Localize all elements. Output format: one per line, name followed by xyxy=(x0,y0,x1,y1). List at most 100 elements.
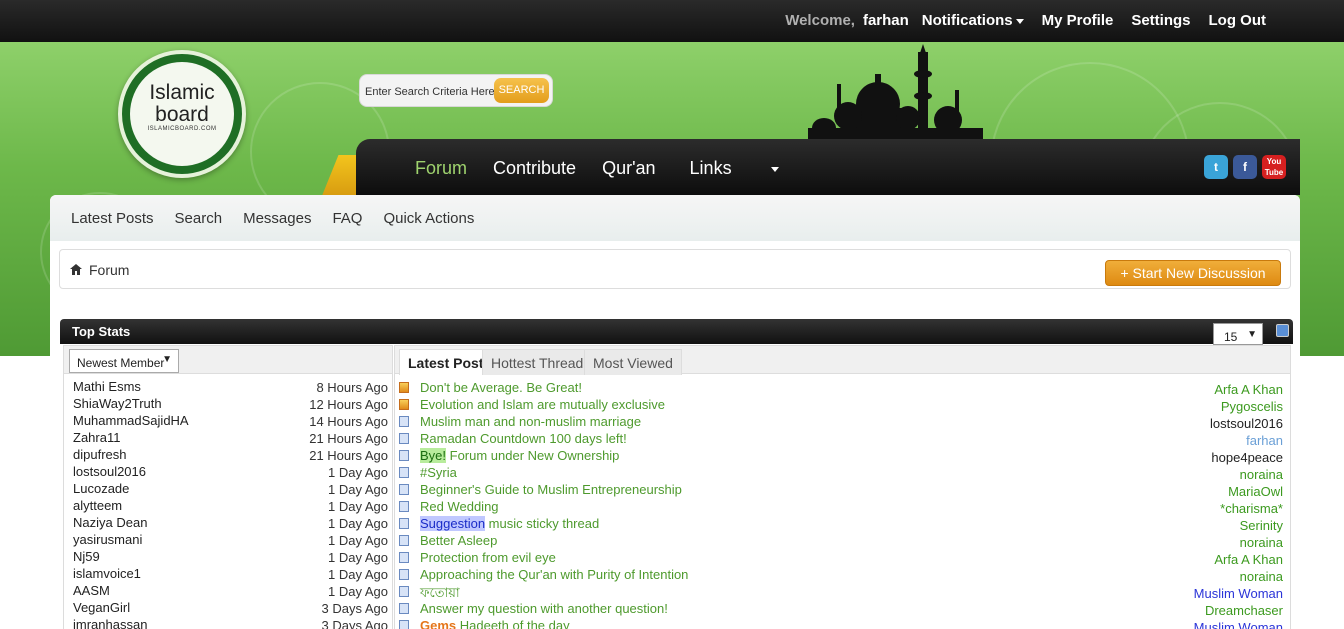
start-new-discussion-button[interactable]: + Start New Discussion xyxy=(1105,260,1281,286)
member-joined-ago: 3 Days Ago xyxy=(321,618,389,629)
home-icon[interactable] xyxy=(70,264,82,275)
thread-title[interactable]: Answer my question with another question… xyxy=(420,601,668,616)
nav-quran[interactable]: Qur'an xyxy=(602,158,655,179)
thread-title[interactable]: Bye! Forum under New Ownership xyxy=(420,448,619,463)
member-name[interactable]: dipufresh xyxy=(73,447,126,462)
search-input[interactable]: Enter Search Criteria Here xyxy=(365,86,495,98)
youtube-icon[interactable]: You Tube xyxy=(1262,155,1286,179)
nav-contribute[interactable]: Contribute xyxy=(493,158,576,179)
facebook-icon[interactable]: f xyxy=(1233,155,1257,179)
nav-links-label: Links xyxy=(689,158,732,178)
nav-links[interactable]: Links xyxy=(690,158,805,179)
member-name[interactable]: ShiaWay2Truth xyxy=(73,396,162,411)
thread-status-icon xyxy=(399,467,409,478)
search-button[interactable]: SEARCH xyxy=(494,78,549,103)
settings-link[interactable]: Settings xyxy=(1131,12,1190,29)
breadcrumb-forum[interactable]: Forum xyxy=(89,262,129,278)
collapse-icon[interactable] xyxy=(1276,324,1289,337)
thread-author[interactable]: noraina xyxy=(1240,467,1283,482)
newest-members-panel: Newest Member ▼ Mathi Esms 8 Hours Ago Shia… xyxy=(63,345,393,629)
thread-title[interactable]: Evolution and Islam are mutually exclusi… xyxy=(420,397,665,412)
member-name[interactable]: Nj59 xyxy=(73,549,100,564)
thread-status-icon xyxy=(399,552,409,563)
thread-author[interactable]: Dreamchaser xyxy=(1205,603,1283,618)
thread-title[interactable]: Gems Hadeeth of the day xyxy=(420,618,570,629)
subnav-latest-posts[interactable]: Latest Posts xyxy=(71,210,154,227)
twitter-icon[interactable]: t xyxy=(1204,155,1228,179)
member-row: yasirusmani 1 Day Ago xyxy=(73,532,388,549)
tab-most-viewed[interactable]: Most Viewed xyxy=(584,349,682,375)
my-profile-link[interactable]: My Profile xyxy=(1042,12,1114,29)
chevron-down-icon xyxy=(770,166,779,172)
member-name[interactable]: Mathi Esms xyxy=(73,379,141,394)
search-box[interactable]: Enter Search Criteria Here SEARCH xyxy=(359,74,553,107)
thread-title[interactable]: Better Asleep xyxy=(420,533,497,548)
subnav-search[interactable]: Search xyxy=(175,210,223,227)
thread-author[interactable]: noraina xyxy=(1240,569,1283,584)
thread-author[interactable]: Arfa A Khan xyxy=(1214,382,1283,397)
tab-hottest-thread[interactable]: Hottest Thread xyxy=(482,349,593,375)
thread-title[interactable]: Suggestion music sticky thread xyxy=(420,516,599,531)
site-logo[interactable]: Islamic board ISLAMICBOARD.COM xyxy=(118,50,246,178)
thread-title-text: Better Asleep xyxy=(420,533,498,548)
username-link[interactable]: farhan xyxy=(863,12,909,29)
member-name[interactable]: VeganGirl xyxy=(73,600,130,615)
thread-title[interactable]: Beginner's Guide to Muslim Entrepreneurs… xyxy=(420,482,682,497)
thread-author[interactable]: Pygoscelis xyxy=(1221,399,1283,414)
log-out-link[interactable]: Log Out xyxy=(1209,12,1266,29)
subnav-messages[interactable]: Messages xyxy=(243,210,311,227)
thread-title[interactable]: Ramadan Countdown 100 days left! xyxy=(420,431,627,446)
thread-title[interactable]: Approaching the Qur'an with Purity of In… xyxy=(420,567,688,582)
member-name[interactable]: MuhammadSajidHA xyxy=(73,413,189,428)
member-name[interactable]: Lucozade xyxy=(73,481,129,496)
subnav-quick-actions[interactable]: Quick Actions xyxy=(383,210,474,227)
thread-status-icon xyxy=(399,569,409,580)
thread-title[interactable]: Don't be Average. Be Great! xyxy=(420,380,582,395)
logo-line2: board xyxy=(155,103,209,126)
thread-title-text: Don't be Average. Be Great! xyxy=(420,380,582,395)
thread-prefix: Bye! xyxy=(420,448,447,463)
thread-status-icon xyxy=(399,535,409,546)
member-name[interactable]: AASM xyxy=(73,583,110,598)
thread-author[interactable]: noraina xyxy=(1240,535,1283,550)
notifications-menu[interactable]: Notifications xyxy=(922,12,1024,29)
subnav-faq[interactable]: FAQ xyxy=(332,210,362,227)
thread-author[interactable]: Arfa A Khan xyxy=(1214,552,1283,567)
member-joined-ago: 1 Day Ago xyxy=(328,465,388,480)
thread-row: Ramadan Countdown 100 days left! farhan xyxy=(399,431,1287,448)
member-name[interactable]: yasirusmani xyxy=(73,532,142,547)
thread-status-icon xyxy=(399,382,409,393)
thread-author[interactable]: MariaOwl xyxy=(1228,484,1283,499)
thread-title[interactable]: Red Wedding xyxy=(420,499,499,514)
member-name[interactable]: Zahra11 xyxy=(73,430,120,445)
thread-author[interactable]: *charisma* xyxy=(1220,501,1283,516)
member-joined-ago: 14 Hours Ago xyxy=(309,414,388,429)
member-stat-select[interactable]: Newest Member ▼ xyxy=(69,349,179,373)
nav-forum[interactable]: Forum xyxy=(415,158,467,179)
member-name[interactable]: imranhassan xyxy=(73,617,147,629)
thread-author[interactable]: Muslim Woman xyxy=(1194,586,1283,601)
thread-row: Red Wedding *charisma* xyxy=(399,499,1287,516)
thread-row: Evolution and Islam are mutually exclusi… xyxy=(399,397,1287,414)
thread-author[interactable]: hope4peace xyxy=(1211,450,1283,465)
thread-row: Don't be Average. Be Great! Arfa A Khan xyxy=(399,380,1287,397)
thread-author[interactable]: Serinity xyxy=(1240,518,1283,533)
social-links: t f You Tube xyxy=(1204,155,1286,179)
thread-title-text: Forum under New Ownership xyxy=(446,448,620,463)
breadcrumb: Forum + Start New Discussion xyxy=(59,249,1291,289)
logo-line3: ISLAMICBOARD.COM xyxy=(147,126,217,132)
thread-title[interactable]: Muslim man and non-muslim marriage xyxy=(420,414,641,429)
member-name[interactable]: lostsoul2016 xyxy=(73,464,146,479)
thread-title[interactable]: Protection from evil eye xyxy=(420,550,556,565)
member-name[interactable]: alytteem xyxy=(73,498,122,513)
member-name[interactable]: islamvoice1 xyxy=(73,566,141,581)
thread-author[interactable]: farhan xyxy=(1246,433,1283,448)
thread-author[interactable]: Muslim Woman xyxy=(1194,620,1283,629)
thread-title[interactable]: #Syria xyxy=(420,465,457,480)
member-name[interactable]: Naziya Dean xyxy=(73,515,147,530)
member-row: Zahra11 21 Hours Ago xyxy=(73,430,388,447)
sub-nav-items: Latest Posts Search Messages FAQ Quick A… xyxy=(71,210,495,227)
thread-author[interactable]: lostsoul2016 xyxy=(1210,416,1283,431)
stats-count-select[interactable]: 15 ▼ xyxy=(1213,323,1263,345)
tab-latest-post[interactable]: Latest Post xyxy=(399,349,493,375)
